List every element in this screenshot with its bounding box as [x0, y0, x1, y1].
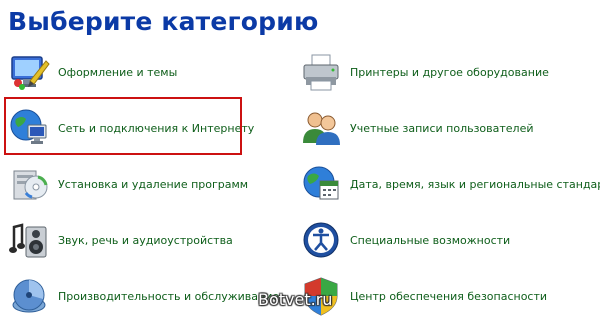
printer-hardware-icon [300, 51, 342, 93]
category-appearance-themes[interactable]: Оформление и темы [8, 48, 177, 96]
category-performance-maintenance[interactable]: Производительность и обслуживание [8, 272, 279, 320]
watermark-text: Botvet.ru [258, 290, 333, 309]
category-printers-hardware[interactable]: Принтеры и другое оборудование [300, 48, 549, 96]
category-sound-speech-audio[interactable]: Звук, речь и аудиоустройства [8, 216, 233, 264]
accessibility-icon [300, 219, 342, 261]
category-date-time-language-regional[interactable]: Дата, время, язык и региональные стандар… [300, 160, 600, 208]
sound-speech-audio-icon [8, 219, 50, 261]
date-time-globe-icon [300, 163, 342, 205]
performance-maintenance-icon [8, 275, 50, 317]
category-label: Оформление и темы [58, 65, 178, 79]
category-label: Центр обеспечения безопасности [350, 289, 548, 303]
page-title: Выберите категорию [8, 7, 319, 36]
category-label: Производительность и обслуживание [58, 289, 280, 303]
category-user-accounts[interactable]: Учетные записи пользователей [300, 104, 534, 152]
selection-highlight-box [4, 97, 242, 155]
appearance-themes-icon [8, 51, 50, 93]
category-label: Звук, речь и аудиоустройства [58, 233, 233, 247]
category-accessibility[interactable]: Специальные возможности [300, 216, 510, 264]
category-label: Специальные возможности [350, 233, 511, 247]
category-label: Принтеры и другое оборудование [350, 65, 549, 79]
category-security-center[interactable]: Центр обеспечения безопасности [300, 272, 547, 320]
category-add-remove-programs[interactable]: Установка и удаление программ [8, 160, 248, 208]
add-remove-programs-icon [8, 163, 50, 205]
category-label: Установка и удаление программ [58, 177, 249, 191]
category-label: Учетные записи пользователей [350, 121, 534, 135]
category-label: Дата, время, язык и региональные стандар… [350, 177, 600, 191]
user-accounts-icon [300, 107, 342, 149]
